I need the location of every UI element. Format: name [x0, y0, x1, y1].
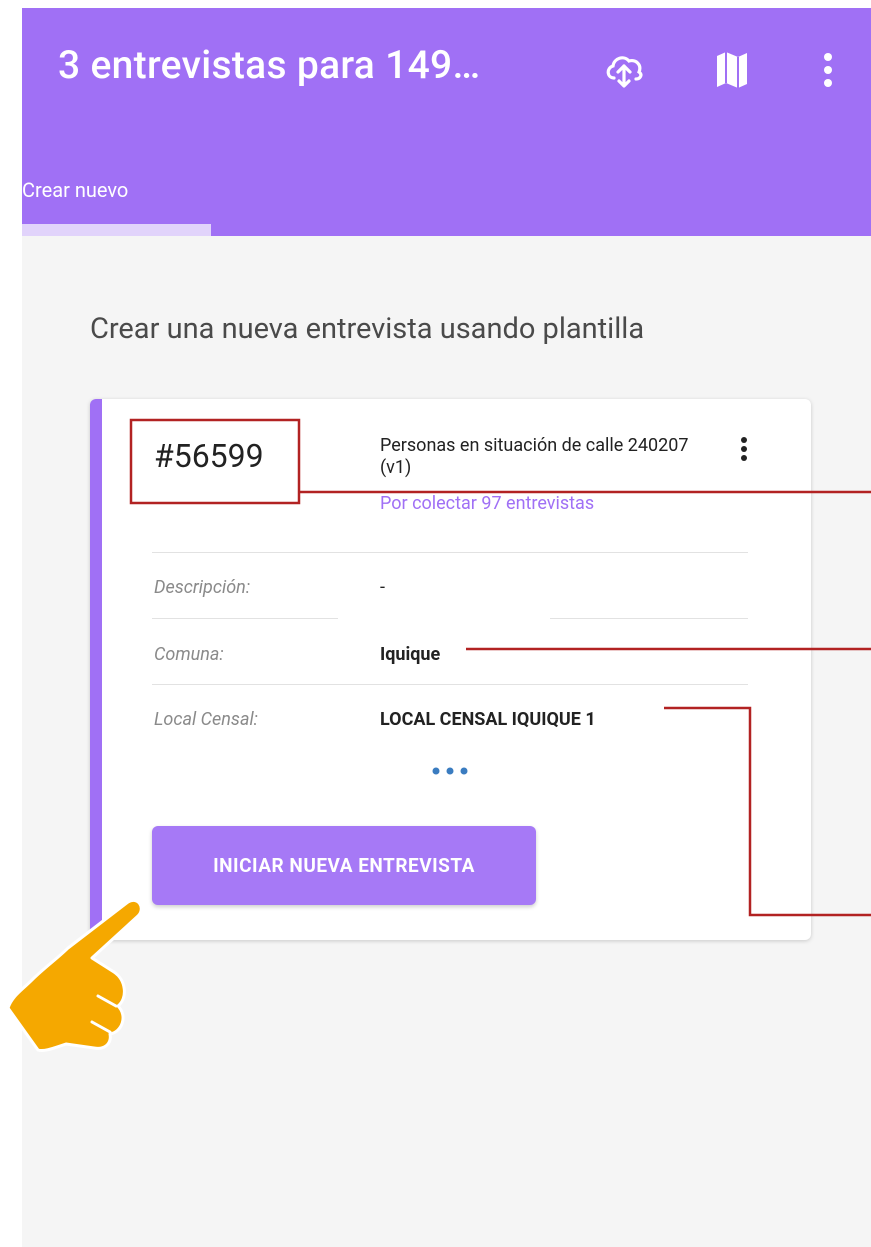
field-value-local-censal: LOCAL CENSAL IQUIQUE 1 — [380, 709, 596, 730]
template-status: Por colectar 97 entrevistas — [380, 493, 595, 514]
start-interview-button[interactable]: INICIAR NUEVA ENTREVISTA — [152, 826, 536, 905]
card-accent-stripe — [90, 399, 102, 940]
field-value-comuna: Iquique — [380, 644, 441, 665]
card-more-icon[interactable] — [738, 435, 750, 469]
divider — [152, 684, 748, 685]
more-vert-icon[interactable] — [818, 48, 838, 96]
field-label-descripcion: Descripción: — [154, 577, 251, 598]
app-bar: 3 entrevistas para 149… Crear nuevo — [22, 8, 871, 236]
section-heading: Crear una nueva entrevista usando planti… — [90, 312, 645, 346]
app-screen: 3 entrevistas para 149… Crear nuevo Crea… — [22, 8, 871, 1247]
map-icon[interactable] — [714, 48, 750, 96]
field-label-local-censal: Local Censal: — [154, 709, 259, 730]
tab-indicator — [22, 224, 211, 236]
divider — [550, 618, 748, 619]
divider — [152, 552, 748, 553]
cloud-sync-icon[interactable] — [602, 48, 646, 96]
tab-label: Crear nuevo — [22, 178, 129, 202]
template-name: Personas en situación de calle 240207 (v… — [380, 435, 689, 478]
page-title: 3 entrevistas para 149… — [58, 42, 481, 88]
more-details-icon[interactable] — [430, 762, 470, 781]
template-id: #56599 — [154, 437, 264, 475]
field-value-descripcion: - — [380, 577, 385, 598]
template-card: #56599 Personas en situación de calle 24… — [90, 399, 811, 940]
field-label-comuna: Comuna: — [154, 644, 224, 665]
divider — [152, 618, 338, 619]
